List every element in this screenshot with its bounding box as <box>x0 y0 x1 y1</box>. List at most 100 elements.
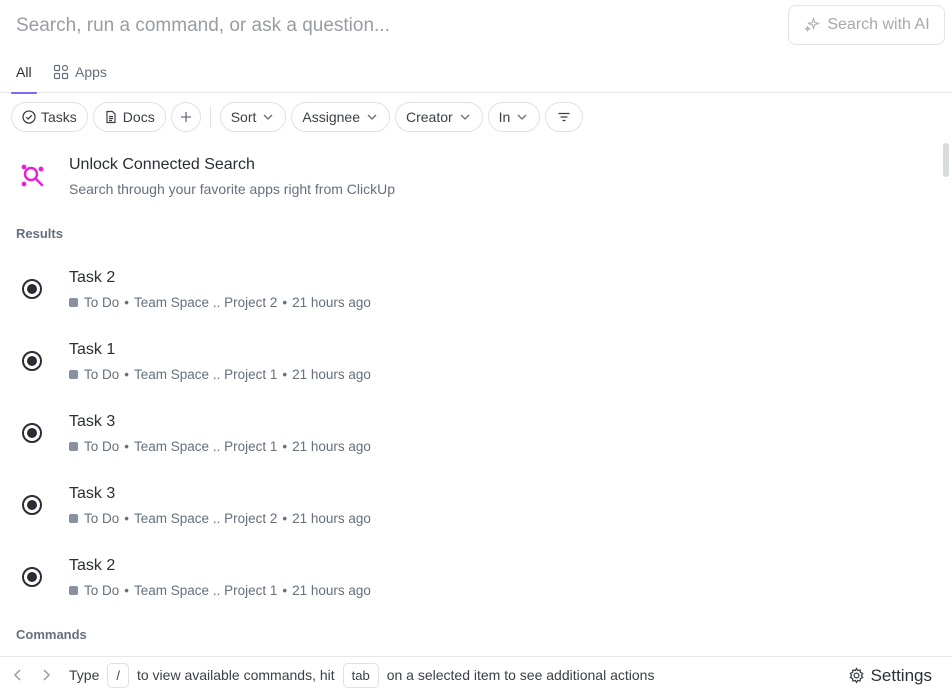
filter-divider <box>209 105 211 128</box>
commands-heading: Commands <box>16 627 87 642</box>
result-row[interactable]: Task 2 To Do • Team Space .. Project 2 • 21 h… <box>0 253 940 325</box>
assignee-label: Assignee <box>302 108 360 125</box>
tab-key: tab <box>342 662 379 688</box>
settings-label: Settings <box>870 665 932 685</box>
scrollbar[interactable] <box>943 143 949 177</box>
tab-all[interactable]: All <box>11 50 37 94</box>
meta-separator: • <box>124 511 130 526</box>
grid-icon <box>53 64 69 79</box>
task-status-icon <box>22 279 42 299</box>
footer-end-text: on a selected item to see additional act… <box>386 667 655 683</box>
result-status: To Do <box>84 295 120 310</box>
chevron-down-icon <box>517 114 527 120</box>
docs-filter-label: Docs <box>122 108 155 125</box>
sort-dropdown[interactable]: Sort <box>219 101 287 132</box>
result-row[interactable]: Task 2 To Do • Team Space .. Project 1 • 21 h… <box>0 541 940 613</box>
meta-separator: • <box>124 367 130 382</box>
footer-type-label: Type <box>69 667 100 683</box>
in-dropdown[interactable]: In <box>487 101 541 132</box>
result-meta: To Do • Team Space .. Project 1 • 21 hours a… <box>69 583 371 598</box>
result-space: Team Space <box>134 583 210 598</box>
result-meta: To Do • Team Space .. Project 1 • 21 hours a… <box>69 439 371 454</box>
result-status: To Do <box>84 439 120 454</box>
status-square-icon <box>69 442 78 451</box>
status-square-icon <box>69 514 78 523</box>
meta-separator: • <box>124 439 130 454</box>
result-time: 21 hours ago <box>292 295 371 310</box>
result-space: Team Space <box>134 295 210 310</box>
slash-key: / <box>107 662 129 688</box>
tab-apps[interactable]: Apps <box>53 50 107 93</box>
result-time: 21 hours ago <box>292 511 371 526</box>
chevron-left-icon <box>13 669 21 681</box>
result-project: Project 1 <box>224 583 278 598</box>
docs-filter-chip[interactable]: Docs <box>92 101 166 132</box>
filter-bar: Tasks Docs Sort Assignee Creator In <box>11 101 584 132</box>
results-heading: Results <box>16 226 63 241</box>
forward-button[interactable] <box>38 667 54 683</box>
search-bar: Search with AI <box>0 0 952 50</box>
result-title: Task 2 <box>69 557 116 574</box>
result-space: Team Space <box>134 367 210 382</box>
add-filter-button[interactable] <box>170 101 201 132</box>
meta-separator: • <box>282 295 288 310</box>
task-status-icon <box>22 567 42 587</box>
sort-label: Sort <box>230 108 257 125</box>
tab-bar: All Apps <box>0 50 952 94</box>
result-time: 21 hours ago <box>292 367 371 382</box>
task-status-icon <box>22 423 42 443</box>
back-button[interactable] <box>10 667 26 683</box>
result-row[interactable]: Task 3 To Do • Team Space .. Project 2 • 21 h… <box>0 469 940 541</box>
chevron-right-icon <box>43 669 51 681</box>
meta-separator: • <box>282 511 288 526</box>
chevron-down-icon <box>460 114 470 120</box>
status-square-icon <box>69 370 78 379</box>
meta-separator: • <box>124 583 130 598</box>
result-title: Task 1 <box>69 341 116 358</box>
search-with-ai-button[interactable]: Search with AI <box>788 5 945 45</box>
result-row[interactable]: Task 3 To Do • Team Space .. Project 1 • 21 h… <box>0 397 940 469</box>
settings-button[interactable]: Settings <box>848 657 932 693</box>
result-meta: To Do • Team Space .. Project 2 • 21 hours a… <box>69 295 371 310</box>
result-time: 21 hours ago <box>292 583 371 598</box>
filter-lines-icon <box>558 112 570 121</box>
result-row[interactable]: Task 1 To Do • Team Space .. Project 1 • 21 h… <box>0 325 940 397</box>
connected-search-icon <box>21 164 44 187</box>
result-location: Team Space .. Project 2 <box>134 511 278 526</box>
result-project: Project 1 <box>224 367 278 382</box>
footer-bar: Type / to view available commands, hit t… <box>0 656 952 693</box>
result-project: Project 2 <box>224 295 278 310</box>
more-filters-button[interactable] <box>545 101 584 132</box>
result-space: Team Space <box>134 439 210 454</box>
meta-separator: • <box>282 439 288 454</box>
check-circle-icon <box>22 109 36 124</box>
tab-apps-label: Apps <box>75 63 107 80</box>
doc-icon <box>106 110 116 123</box>
result-project: Project 1 <box>224 439 278 454</box>
status-square-icon <box>69 586 78 595</box>
result-project: Project 2 <box>224 511 278 526</box>
search-input[interactable] <box>16 12 756 40</box>
result-location: Team Space .. Project 2 <box>134 295 278 310</box>
meta-separator: • <box>282 583 288 598</box>
connected-search-promo[interactable]: Unlock Connected Search Search through y… <box>0 150 940 204</box>
meta-separator: • <box>124 295 130 310</box>
in-label: In <box>498 108 511 125</box>
results-list: Task 2 To Do • Team Space .. Project 2 • 21 h… <box>0 253 940 613</box>
gear-icon <box>849 667 864 684</box>
assignee-dropdown[interactable]: Assignee <box>291 101 390 132</box>
chevron-down-icon <box>263 114 273 120</box>
result-space: Team Space <box>134 511 210 526</box>
tasks-filter-label: Tasks <box>41 108 77 125</box>
search-with-ai-label: Search with AI <box>827 16 930 33</box>
tasks-filter-chip[interactable]: Tasks <box>11 101 88 132</box>
task-status-icon <box>22 495 42 515</box>
sparkle-icon <box>805 17 820 32</box>
result-title: Task 3 <box>69 485 116 502</box>
promo-subtitle: Search through your favorite apps right … <box>69 181 396 197</box>
creator-label: Creator <box>405 108 453 125</box>
creator-dropdown[interactable]: Creator <box>394 101 483 132</box>
result-meta: To Do • Team Space .. Project 2 • 21 hours a… <box>69 511 371 526</box>
result-title: Task 3 <box>69 413 116 430</box>
result-time: 21 hours ago <box>292 439 371 454</box>
